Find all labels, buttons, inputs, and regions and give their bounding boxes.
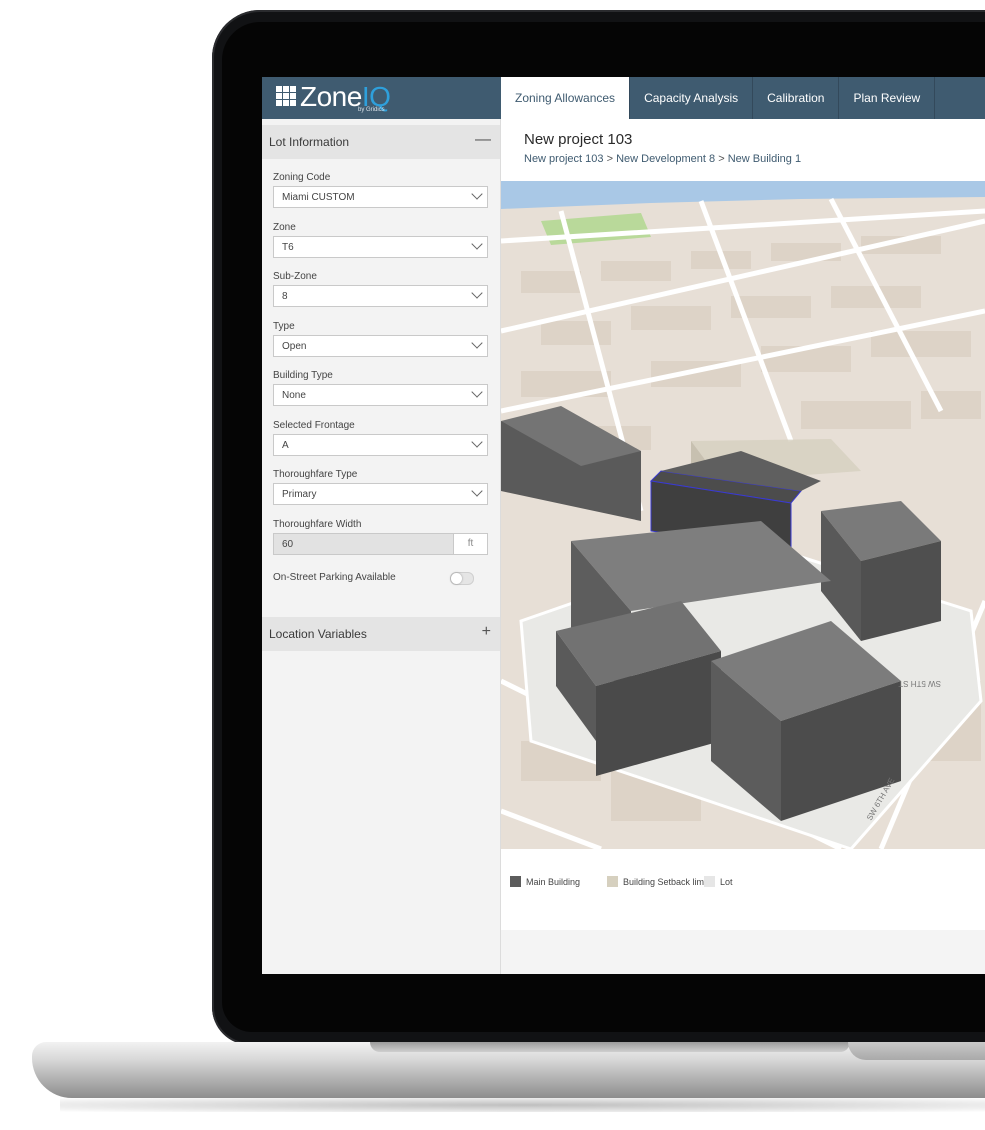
- legend-swatch: [607, 876, 618, 887]
- tab-calibration[interactable]: Calibration: [753, 77, 840, 119]
- location-variables-title: Location Variables: [269, 627, 367, 641]
- sidebar: Lot Information — Zoning Code Miami CUST…: [262, 119, 501, 974]
- tab-zoning-allowances[interactable]: Zoning Allowances: [501, 77, 631, 119]
- sub-zone-select[interactable]: 8: [273, 285, 488, 307]
- zone-select[interactable]: T6: [273, 236, 488, 258]
- on-street-parking-label: On-Street Parking Available: [273, 572, 396, 583]
- chevron-down-icon: [471, 386, 483, 398]
- laptop-shadow: [60, 1098, 985, 1112]
- chevron-down-icon: [471, 337, 483, 349]
- breadcrumb-separator: >: [718, 153, 725, 165]
- chevron-down-icon: [471, 485, 483, 497]
- thoroughfare-width-value: 60: [282, 539, 294, 550]
- selected-frontage-value: A: [282, 440, 289, 451]
- sub-zone-value: 8: [282, 291, 288, 302]
- building-type-label: Building Type: [273, 370, 333, 381]
- breadcrumb-separator: >: [606, 153, 613, 165]
- building-type-select[interactable]: None: [273, 384, 488, 406]
- type-value: Open: [282, 341, 307, 352]
- laptop-base-notch: [848, 1042, 985, 1060]
- chevron-down-icon: [471, 238, 483, 250]
- type-select[interactable]: Open: [273, 335, 488, 357]
- tab-capacity-analysis[interactable]: Capacity Analysis: [630, 77, 754, 119]
- legend-swatch: [510, 876, 521, 887]
- collapse-icon[interactable]: —: [475, 131, 491, 149]
- chevron-down-icon: [471, 188, 483, 200]
- chevron-down-icon: [471, 287, 483, 299]
- app-screen: ZoneIQ by Gridics Zoning Allowances Capa…: [262, 77, 985, 974]
- legend-label: Building Setback limit: [623, 877, 709, 887]
- lot-information-header[interactable]: Lot Information —: [262, 125, 500, 159]
- map-canvas[interactable]: SW 6TH AVE SW 5TH ST: [501, 181, 985, 849]
- expand-icon[interactable]: +: [482, 623, 491, 641]
- main-tabs: Zoning Allowances Capacity Analysis Cali…: [501, 77, 936, 119]
- breadcrumb-development[interactable]: New Development 8: [616, 153, 715, 165]
- chevron-down-icon: [471, 436, 483, 448]
- type-label: Type: [273, 321, 295, 332]
- thoroughfare-width-input[interactable]: 60: [273, 533, 454, 555]
- building-type-value: None: [282, 390, 306, 401]
- location-variables-header[interactable]: Location Variables +: [262, 617, 500, 651]
- thoroughfare-type-select[interactable]: Primary: [273, 483, 488, 505]
- breadcrumb-building[interactable]: New Building 1: [728, 153, 801, 165]
- lot-information-title: Lot Information: [269, 135, 350, 149]
- zoning-code-label: Zoning Code: [273, 172, 331, 183]
- logo-main: Zone: [300, 81, 362, 112]
- zone-value: T6: [282, 242, 294, 253]
- zone-label: Zone: [273, 222, 296, 233]
- thoroughfare-type-value: Primary: [282, 489, 317, 500]
- map-legend: Main Building Building Setback limit Lot: [501, 856, 985, 928]
- 3d-map-view[interactable]: SW 6TH AVE SW 5TH ST: [501, 181, 985, 849]
- logo-grid-icon: [276, 86, 296, 106]
- project-title: New project 103: [524, 131, 633, 148]
- zoneiq-logo[interactable]: ZoneIQ by Gridics: [274, 80, 504, 116]
- selected-frontage-label: Selected Frontage: [273, 420, 355, 431]
- breadcrumb: New project 103 > New Development 8 > Ne…: [524, 153, 801, 165]
- zoning-code-select[interactable]: Miami CUSTOM: [273, 186, 488, 208]
- breadcrumb-project[interactable]: New project 103: [524, 153, 604, 165]
- footer-strip: [501, 930, 985, 974]
- legend-label: Lot: [720, 877, 733, 887]
- zoning-code-value: Miami CUSTOM: [282, 192, 355, 203]
- tab-plan-review[interactable]: Plan Review: [839, 77, 936, 119]
- main-panel: New project 103 New project 103 > New De…: [501, 119, 985, 974]
- legend-label: Main Building: [526, 877, 581, 887]
- selected-frontage-select[interactable]: A: [273, 434, 488, 456]
- top-bar: ZoneIQ by Gridics Zoning Allowances Capa…: [262, 77, 985, 119]
- thoroughfare-type-label: Thoroughfare Type: [273, 469, 358, 480]
- street-label-sw-5th-st: SW 5TH ST: [898, 679, 941, 688]
- thoroughfare-width-label: Thoroughfare Width: [273, 519, 362, 530]
- logo-subtitle: by Gridics: [358, 107, 385, 113]
- thoroughfare-width-unit: ft: [454, 533, 488, 555]
- toggle-knob: [451, 573, 462, 584]
- laptop-hinge: [370, 1042, 850, 1052]
- sub-zone-label: Sub-Zone: [273, 271, 317, 282]
- legend-swatch: [704, 876, 715, 887]
- on-street-parking-toggle[interactable]: [450, 572, 474, 585]
